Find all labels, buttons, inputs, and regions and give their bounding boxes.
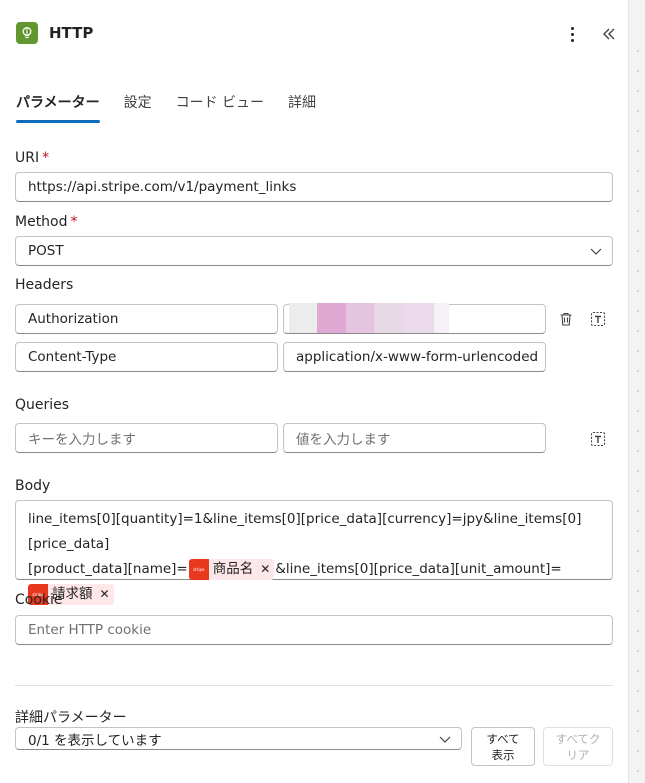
http-globe-icon (16, 22, 38, 44)
tab-settings[interactable]: 設定 (124, 88, 152, 123)
switch-to-text-mode-icon[interactable] (587, 428, 609, 450)
queries-label: Queries (15, 397, 70, 413)
stripe-logo-icon: stripe (188, 558, 209, 580)
panel-title: HTTP (49, 24, 94, 42)
method-select[interactable]: POST (15, 236, 613, 266)
clear-all-button[interactable]: すべてク リア (543, 727, 613, 766)
method-label: Method * (15, 214, 78, 230)
body-text-line: stripe 請求額 ✕ (28, 582, 600, 607)
remove-token-icon[interactable]: ✕ (100, 582, 110, 607)
cookie-input[interactable]: Enter HTTP cookie (15, 615, 613, 645)
advanced-parameters-value: 0/1 を表示しています (28, 732, 162, 749)
more-options-icon[interactable] (562, 22, 582, 46)
header-value-input[interactable]: application/x-www-form-urlencoded (283, 342, 546, 372)
tab-parameters[interactable]: パラメーター (16, 88, 100, 123)
uri-input[interactable]: https://api.stripe.com/v1/payment_links (15, 172, 613, 202)
body-label: Body (15, 478, 51, 494)
switch-to-text-mode-icon[interactable] (587, 308, 609, 330)
advanced-parameters-select[interactable]: 0/1 を表示しています (15, 727, 462, 750)
tab-code-view[interactable]: コード ビュー (176, 88, 264, 123)
header-key-input[interactable]: Content-Type (15, 342, 278, 372)
panel-header: HTTP (0, 0, 628, 68)
right-scroll-gutter (628, 0, 645, 783)
show-all-button[interactable]: すべて 表示 (471, 727, 535, 766)
delete-trash-icon[interactable] (555, 308, 577, 330)
cookie-label: Cookie (15, 592, 63, 608)
body-editor[interactable]: line_items[0][quantity]=1&line_items[0][… (15, 500, 613, 605)
body-text-line: [product_data][name]= stripe 商品名 ✕ &line_ite… (28, 557, 600, 582)
dynamic-content-token[interactable]: stripe 商品名 ✕ (188, 557, 275, 582)
chevron-down-icon (439, 736, 451, 743)
redacted-value (289, 303, 449, 333)
collapse-panel-icon[interactable] (597, 22, 621, 46)
tab-details[interactable]: 詳細 (288, 88, 316, 123)
remove-token-icon[interactable]: ✕ (260, 557, 270, 582)
section-divider (15, 685, 613, 686)
headers-label: Headers (15, 277, 74, 293)
tab-bar: パラメーター 設定 コード ビュー 詳細 (16, 88, 340, 124)
query-key-input[interactable]: キーを入力します (15, 423, 278, 453)
chevron-down-icon (590, 248, 602, 255)
body-text-line: line_items[0][quantity]=1&line_items[0][… (28, 511, 582, 552)
method-value: POST (28, 243, 64, 259)
header-key-input[interactable]: Authorization (15, 304, 278, 334)
query-value-input[interactable]: 値を入力します (283, 423, 546, 453)
advanced-parameters-label: 詳細パラメーター (15, 710, 127, 726)
uri-label: URI * (15, 150, 50, 166)
